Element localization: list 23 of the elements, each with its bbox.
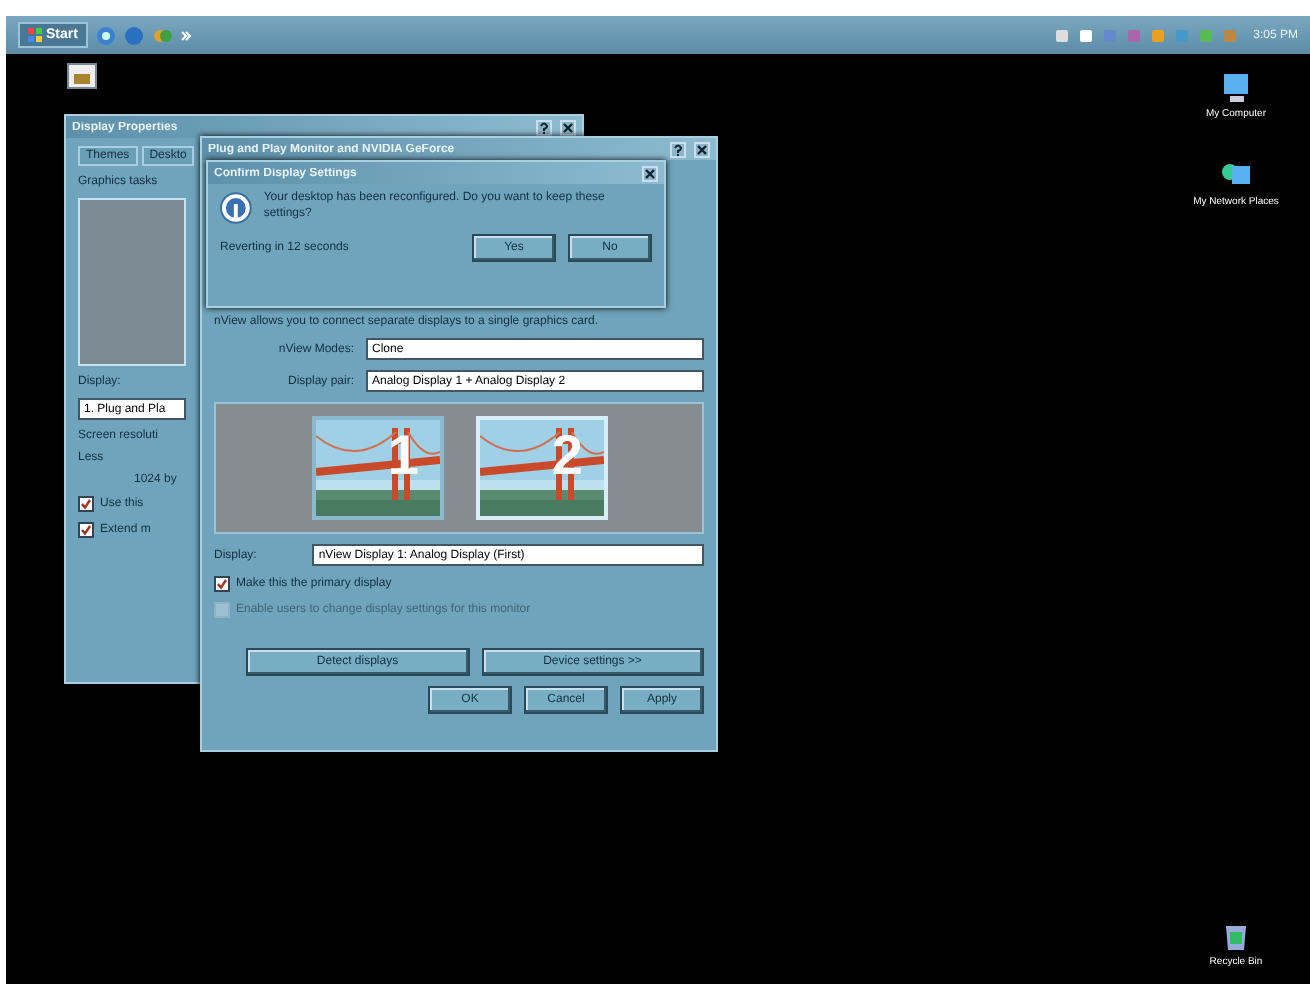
close-button[interactable]	[560, 119, 576, 135]
monitor-number: 2	[551, 428, 583, 484]
close-icon	[562, 121, 574, 133]
monitor-thumbnail[interactable]: 2	[475, 416, 607, 520]
checkbox[interactable]	[78, 496, 94, 512]
close-icon	[696, 143, 708, 155]
close-icon	[644, 167, 656, 179]
chevron-icon	[179, 29, 192, 41]
help-icon	[538, 121, 550, 133]
computer-icon	[1220, 72, 1252, 104]
close-button[interactable]	[694, 141, 710, 157]
recycle-bin-icon	[1220, 920, 1252, 952]
close-button[interactable]	[642, 165, 658, 181]
monitor-number: 1	[387, 428, 419, 484]
info-icon	[220, 192, 252, 224]
help-button[interactable]	[670, 141, 686, 157]
help-button[interactable]	[536, 119, 552, 135]
checkbox[interactable]	[214, 576, 230, 592]
help-icon	[672, 143, 684, 155]
checkbox[interactable]	[78, 522, 94, 538]
monitor-thumbnail[interactable]: 1	[311, 416, 443, 520]
tray-icon	[1053, 27, 1070, 43]
windows-logo-icon	[28, 28, 42, 42]
